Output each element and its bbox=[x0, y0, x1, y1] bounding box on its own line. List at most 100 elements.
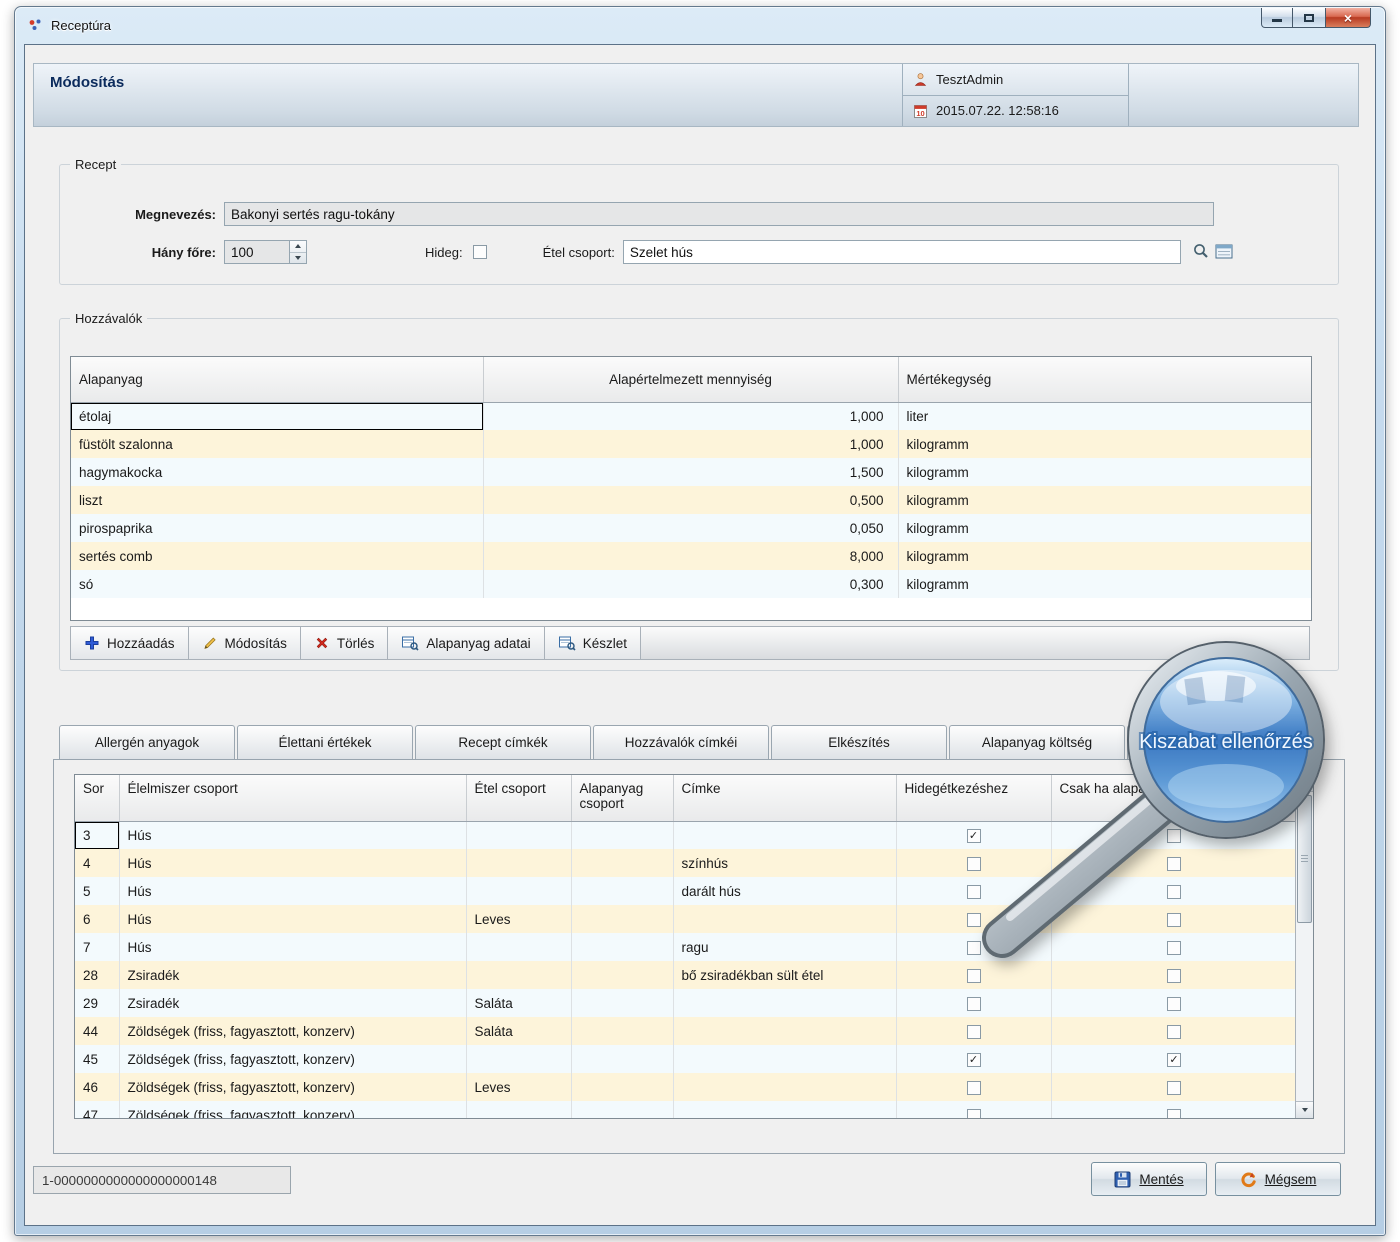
scroll-up-button[interactable] bbox=[1296, 775, 1313, 792]
only-as-ingredient-checkbox[interactable] bbox=[1167, 1025, 1181, 1039]
tab[interactable]: Elkészítés bbox=[771, 725, 947, 759]
search-button[interactable] bbox=[1189, 240, 1213, 264]
only-as-ingredient-checkbox[interactable] bbox=[1167, 997, 1181, 1011]
kiszabat-row[interactable]: 46 Zöldségek (friss, fagyasztott, konzer… bbox=[75, 1073, 1297, 1101]
column-header[interactable]: Hidegétkezéshez bbox=[896, 775, 1051, 821]
ingredient-row[interactable]: liszt 0,500 kilogramm bbox=[71, 486, 1312, 514]
only-as-ingredient-checkbox[interactable] bbox=[1167, 1053, 1181, 1067]
kiszabat-row[interactable]: 45 Zöldségek (friss, fagyasztott, konzer… bbox=[75, 1045, 1297, 1073]
only-as-ingredient-checkbox[interactable] bbox=[1167, 857, 1181, 871]
cold-meal-checkbox[interactable] bbox=[967, 913, 981, 927]
cold-meal-checkbox[interactable] bbox=[967, 829, 981, 843]
ingredient-details-button[interactable]: Alapanyag adatai bbox=[388, 627, 544, 659]
ingredient-row[interactable]: só 0,300 kilogramm bbox=[71, 570, 1312, 598]
column-header[interactable]: Étel csoport bbox=[466, 775, 571, 821]
cold-meal-checkbox[interactable] bbox=[967, 1025, 981, 1039]
cold-meal-checkbox[interactable] bbox=[967, 1109, 981, 1119]
tab[interactable]: Allergén anyagok bbox=[59, 725, 235, 759]
ingredient-name: liszt bbox=[71, 486, 483, 514]
ingredient-row[interactable]: sertés comb 8,000 kilogramm bbox=[71, 542, 1312, 570]
tab[interactable]: Alapanyag költség bbox=[949, 725, 1125, 759]
band-tail bbox=[1128, 64, 1358, 126]
only-as-ingredient-checkbox[interactable] bbox=[1167, 941, 1181, 955]
cold-meal-checkbox[interactable] bbox=[967, 941, 981, 955]
save-button-label: Mentés bbox=[1139, 1172, 1183, 1187]
spin-down-button[interactable] bbox=[290, 253, 306, 264]
kiszabat-row[interactable]: 28 Zsiradék bő zsiradékban sült étel bbox=[75, 961, 1297, 989]
only-as-ingredient-checkbox[interactable] bbox=[1167, 885, 1181, 899]
column-header[interactable]: Mértékegység bbox=[898, 357, 1312, 402]
ingredient-row[interactable]: étolaj 1,000 liter bbox=[71, 402, 1312, 430]
kiszabat-row[interactable]: 6 Hús Leves bbox=[75, 905, 1297, 933]
tab[interactable]: Recept címkék bbox=[415, 725, 591, 759]
tab[interactable]: Hozzávalók címkéi bbox=[593, 725, 769, 759]
svg-text:10: 10 bbox=[916, 109, 924, 118]
row-number: 4 bbox=[75, 849, 119, 877]
column-header[interactable]: Alapértelmezett mennyiség bbox=[483, 357, 898, 402]
titlebar[interactable]: Receptúra × bbox=[15, 7, 1385, 43]
delete-button[interactable]: Törlés bbox=[301, 627, 389, 659]
kiszabat-row[interactable]: 4 Hús színhús bbox=[75, 849, 1297, 877]
ingredient-unit: liter bbox=[898, 402, 1312, 430]
tab[interactable]: Kiszabat ellenőrzés bbox=[1127, 725, 1303, 759]
edit-button[interactable]: Módosítás bbox=[189, 627, 301, 659]
kiszabat-row[interactable]: 7 Hús ragu bbox=[75, 933, 1297, 961]
column-header[interactable]: Alapanyag bbox=[71, 357, 483, 402]
cancel-button[interactable]: Mégsem bbox=[1215, 1162, 1341, 1196]
kiszabat-row[interactable]: 29 Zsiradék Saláta bbox=[75, 989, 1297, 1017]
column-header[interactable]: Címke bbox=[673, 775, 896, 821]
only-as-ingredient-checkbox[interactable] bbox=[1167, 969, 1181, 983]
cold-meal-checkbox[interactable] bbox=[967, 857, 981, 871]
cold-meal-checkbox[interactable] bbox=[967, 969, 981, 983]
cold-meal-checkbox[interactable] bbox=[967, 1081, 981, 1095]
ingredient-row[interactable]: pirospaprika 0,050 kilogramm bbox=[71, 514, 1312, 542]
servings-field[interactable] bbox=[224, 240, 290, 264]
spin-up-button[interactable] bbox=[290, 241, 306, 253]
recipe-name-field[interactable] bbox=[224, 202, 1214, 226]
ingredient-quantity: 0,050 bbox=[483, 514, 898, 542]
only-as-ingredient-checkbox[interactable] bbox=[1167, 913, 1181, 927]
vertical-scrollbar[interactable] bbox=[1295, 775, 1313, 1118]
recipe-group-label: Recept bbox=[70, 157, 121, 172]
dish-group bbox=[466, 877, 571, 905]
row-number: 47 bbox=[75, 1101, 119, 1119]
kiszabat-row[interactable]: 47 Zöldségek (friss, fagyasztott, konzer… bbox=[75, 1101, 1297, 1119]
stock-button-label: Készlet bbox=[583, 636, 627, 651]
scrollbar-thumb[interactable] bbox=[1297, 795, 1312, 923]
save-button[interactable]: Mentés bbox=[1091, 1162, 1207, 1196]
tab-strip: Allergén anyagok Élettani értékek Recept… bbox=[59, 725, 1305, 759]
only-as-ingredient-checkbox[interactable] bbox=[1167, 829, 1181, 843]
cold-meal-checkbox[interactable] bbox=[967, 1053, 981, 1067]
only-as-ingredient-checkbox[interactable] bbox=[1167, 1081, 1181, 1095]
stock-button[interactable]: Készlet bbox=[545, 627, 641, 659]
cold-checkbox[interactable] bbox=[473, 245, 487, 259]
add-button[interactable]: Hozzáadás bbox=[71, 627, 189, 659]
ingredient-row[interactable]: füstölt szalonna 1,000 kilogramm bbox=[71, 430, 1312, 458]
column-header[interactable]: Sor bbox=[75, 775, 119, 821]
column-header[interactable]: Alapanyag csoport bbox=[571, 775, 673, 821]
cold-meal-checkbox[interactable] bbox=[967, 885, 981, 899]
servings-stepper[interactable] bbox=[290, 240, 307, 264]
kiszabat-row[interactable]: 3 Hús bbox=[75, 821, 1297, 849]
lookup-list-button[interactable] bbox=[1213, 240, 1237, 264]
dish-group bbox=[466, 821, 571, 849]
ingredients-table: Alapanyag Alapértelmezett mennyiség Mért… bbox=[71, 357, 1312, 598]
details-icon bbox=[401, 635, 419, 651]
toolbar-filler bbox=[641, 627, 1309, 659]
ingredient-unit: kilogramm bbox=[898, 570, 1312, 598]
tab[interactable]: Élettani értékek bbox=[237, 725, 413, 759]
column-header[interactable]: Csak ha alapanyagként van kiadva bbox=[1051, 775, 1297, 821]
food-group-field[interactable] bbox=[623, 240, 1181, 264]
ingredient-row[interactable]: hagymakocka 1,500 kilogramm bbox=[71, 458, 1312, 486]
close-button[interactable]: × bbox=[1325, 8, 1371, 28]
maximize-button[interactable] bbox=[1293, 8, 1325, 28]
scroll-down-button[interactable] bbox=[1296, 1101, 1313, 1118]
minimize-button[interactable] bbox=[1261, 8, 1293, 28]
column-header[interactable]: Élelmiszer csoport bbox=[119, 775, 466, 821]
kiszabat-row[interactable]: 5 Hús darált hús bbox=[75, 877, 1297, 905]
row-number: 28 bbox=[75, 961, 119, 989]
record-id-field[interactable] bbox=[33, 1166, 291, 1194]
kiszabat-row[interactable]: 44 Zöldségek (friss, fagyasztott, konzer… bbox=[75, 1017, 1297, 1045]
cold-meal-checkbox[interactable] bbox=[967, 997, 981, 1011]
only-as-ingredient-checkbox[interactable] bbox=[1167, 1109, 1181, 1119]
